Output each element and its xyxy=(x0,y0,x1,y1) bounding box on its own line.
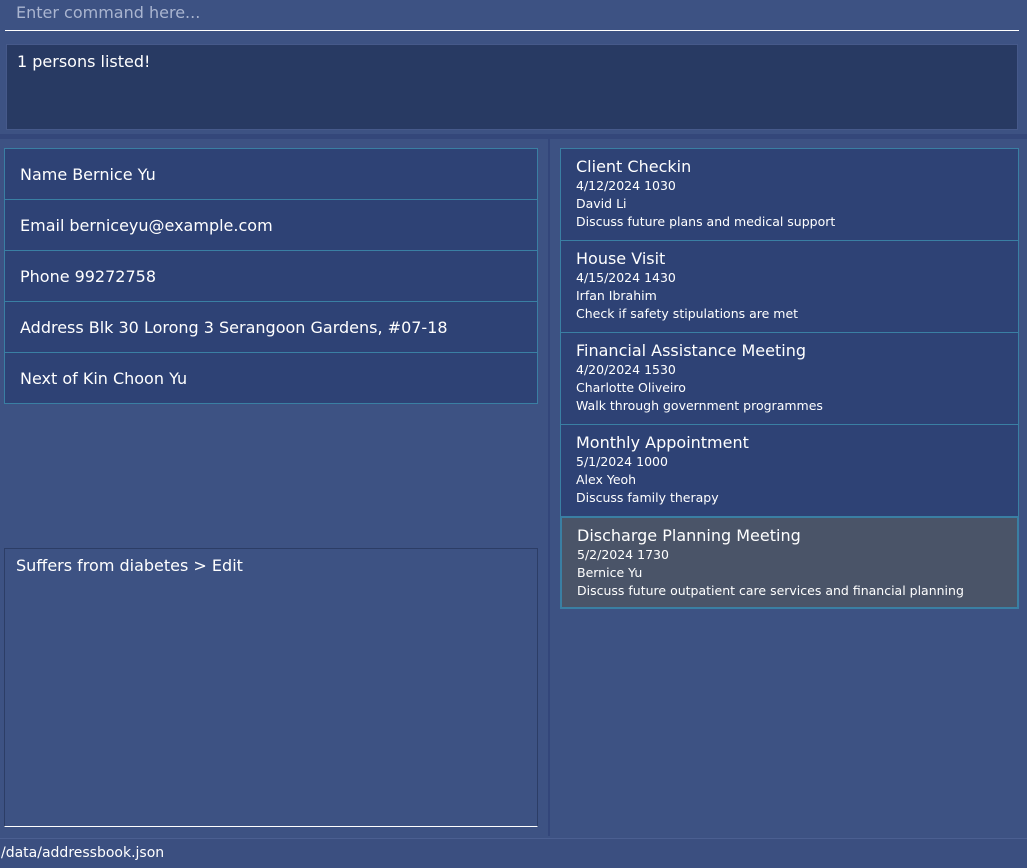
appointment-card[interactable]: Financial Assistance Meeting 4/20/2024 1… xyxy=(560,332,1019,425)
result-text: 1 persons listed! xyxy=(17,52,151,71)
save-location: /data/addressbook.json xyxy=(1,845,165,861)
appointment-card[interactable]: Monthly Appointment 5/1/2024 1000 Alex Y… xyxy=(560,424,1019,517)
remarks-textarea[interactable]: Suffers from diabetes > Edit xyxy=(4,548,538,827)
detail-name-label: Name xyxy=(20,164,68,184)
appointment-datetime: 5/1/2024 1000 xyxy=(576,454,668,469)
person-details-panel: Name Bernice Yu Email berniceyu@example.… xyxy=(4,148,538,404)
detail-address-value: Blk 30 Lorong 3 Serangoon Gardens, #07-1… xyxy=(88,317,448,337)
detail-email-label: Email xyxy=(20,215,65,235)
appointment-title: Discharge Planning Meeting xyxy=(577,526,801,545)
appointment-description: Discuss future outpatient care services … xyxy=(577,583,964,598)
appointment-title: Client Checkin xyxy=(576,157,692,176)
appointment-person: Charlotte Oliveiro xyxy=(576,380,686,395)
appointment-description: Discuss family therapy xyxy=(576,490,719,505)
appointment-datetime: 4/12/2024 1030 xyxy=(576,178,676,193)
appointment-description: Discuss future plans and medical support xyxy=(576,214,836,229)
appointment-description: Walk through government programmes xyxy=(576,398,823,413)
detail-phone-label: Phone xyxy=(20,266,70,286)
appointment-datetime: 5/2/2024 1730 xyxy=(577,547,669,562)
status-bar: /data/addressbook.json xyxy=(0,838,1027,868)
split-pane-divider[interactable] xyxy=(548,139,550,836)
detail-address-label: Address xyxy=(20,317,84,337)
appointment-person: Irfan Ibrahim xyxy=(576,288,657,303)
detail-name: Name Bernice Yu xyxy=(4,148,538,200)
appointment-datetime: 4/15/2024 1430 xyxy=(576,270,676,285)
detail-email: Email berniceyu@example.com xyxy=(4,199,538,251)
detail-next-of-kin-label: Next of Kin xyxy=(20,368,108,388)
appointment-person: Bernice Yu xyxy=(577,565,643,580)
appointment-title: Financial Assistance Meeting xyxy=(576,341,806,360)
appointment-card[interactable]: House Visit 4/15/2024 1430 Irfan Ibrahim… xyxy=(560,240,1019,333)
remarks-text: Suffers from diabetes > Edit xyxy=(16,556,243,575)
appointment-title: House Visit xyxy=(576,249,666,268)
top-divider xyxy=(0,134,1027,139)
detail-phone-value: 99272758 xyxy=(74,266,156,286)
detail-address: Address Blk 30 Lorong 3 Serangoon Garden… xyxy=(4,301,538,353)
app-window: 1 persons listed! Name Bernice Yu Email … xyxy=(0,0,1027,868)
appointment-title: Monthly Appointment xyxy=(576,433,749,452)
detail-next-of-kin-value: Choon Yu xyxy=(112,368,188,388)
appointment-person: David Li xyxy=(576,196,627,211)
appointment-list: Client Checkin 4/12/2024 1030 David Li D… xyxy=(560,148,1019,609)
detail-email-value: berniceyu@example.com xyxy=(69,215,273,235)
appointment-person: Alex Yeoh xyxy=(576,472,637,487)
detail-phone: Phone 99272758 xyxy=(4,250,538,302)
command-input[interactable] xyxy=(5,0,1019,30)
detail-next-of-kin: Next of Kin Choon Yu xyxy=(4,352,538,404)
appointment-card[interactable]: Client Checkin 4/12/2024 1030 David Li D… xyxy=(560,148,1019,241)
appointment-description: Check if safety stipulations are met xyxy=(576,306,799,321)
detail-name-value: Bernice Yu xyxy=(72,164,156,184)
command-box xyxy=(5,0,1019,31)
appointment-card-selected[interactable]: Discharge Planning Meeting 5/2/2024 1730… xyxy=(560,516,1019,609)
appointment-datetime: 4/20/2024 1530 xyxy=(576,362,676,377)
result-display: 1 persons listed! xyxy=(6,44,1018,130)
